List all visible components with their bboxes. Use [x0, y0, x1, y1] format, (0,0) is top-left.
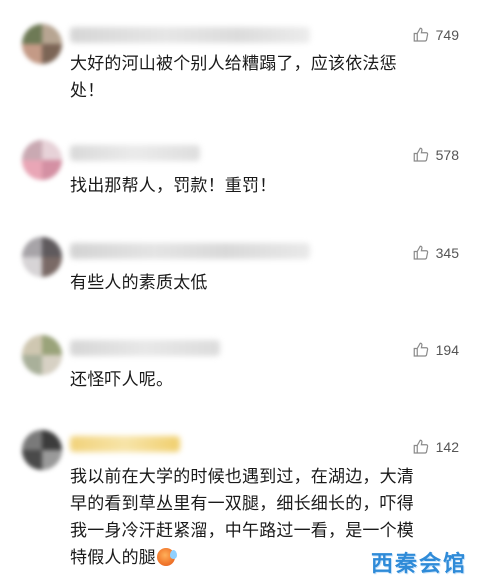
like-button[interactable]: 194	[412, 341, 459, 359]
thumbs-up-icon	[413, 342, 428, 357]
username-blurred[interactable]	[70, 340, 220, 356]
like-count: 142	[435, 439, 459, 455]
like-count: 578	[435, 147, 459, 163]
like-count: 345	[435, 245, 459, 261]
comment-text: 找出那帮人，罚款！重罚！	[70, 176, 277, 196]
thumbs-up-icon	[413, 245, 428, 260]
like-button[interactable]: 345	[412, 244, 459, 262]
username-blurred[interactable]	[70, 436, 180, 452]
avatar[interactable]	[22, 237, 62, 277]
username-blurred[interactable]	[70, 243, 310, 259]
avatar[interactable]	[22, 335, 62, 375]
avatar[interactable]	[22, 24, 62, 64]
comment-text: 大好的河山被个别人给糟蹋了，应该依法惩 处！	[70, 54, 397, 101]
like-button[interactable]: 749	[412, 26, 459, 44]
watermark: 西秦会馆	[370, 552, 467, 577]
like-count: 749	[435, 27, 459, 43]
thumbs-up-icon	[413, 439, 428, 454]
comment-text-body: 我以前在大学的时候也遇到过，在湖边，大清 早的看到草丛里有一双腿，细长细长的，吓…	[70, 467, 414, 568]
avatar[interactable]	[22, 430, 62, 470]
avatar[interactable]	[22, 140, 62, 180]
like-button[interactable]: 578	[412, 146, 459, 164]
like-count: 194	[435, 342, 459, 358]
comment-text: 还怪吓人呢。	[70, 370, 174, 390]
thumbs-up-icon	[413, 27, 428, 42]
thumbs-up-icon	[413, 147, 428, 162]
cold-sweat-emoji-icon	[157, 548, 177, 566]
username-blurred[interactable]	[70, 27, 310, 43]
like-button[interactable]: 142	[412, 438, 459, 456]
comment-text: 有些人的素质太低	[70, 273, 208, 293]
username-blurred[interactable]	[70, 145, 200, 161]
